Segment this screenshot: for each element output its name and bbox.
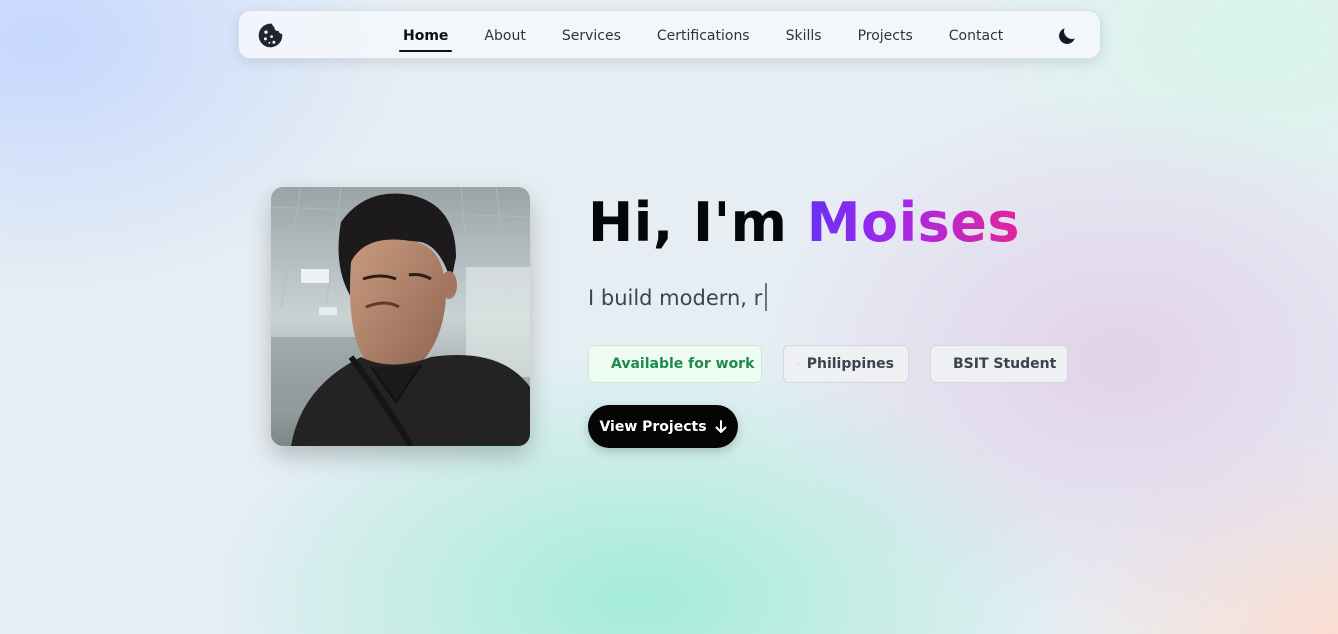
- arrow-down-icon: [715, 419, 727, 433]
- view-projects-button[interactable]: View Projects: [588, 405, 738, 448]
- nav-link-certifications[interactable]: Certifications: [653, 22, 754, 50]
- hero-name: Moises: [806, 191, 1020, 254]
- role-label: BSIT Student: [953, 356, 1057, 372]
- map-pin-icon: [798, 363, 799, 365]
- navbar: Home About Services Certifications Skill…: [238, 10, 1101, 59]
- hero-title: Hi, I'm Moises: [588, 190, 1020, 256]
- profile-photo: [271, 187, 530, 446]
- nav-link-home[interactable]: Home: [399, 22, 453, 52]
- moon-icon[interactable]: [1056, 25, 1078, 47]
- nav-link-contact[interactable]: Contact: [945, 22, 1007, 50]
- nav-link-projects[interactable]: Projects: [854, 22, 917, 50]
- available-label: Available for work: [611, 356, 755, 372]
- nav-links: Home About Services Certifications Skill…: [399, 11, 1035, 60]
- hero-subtitle: I build modern, r: [588, 283, 767, 313]
- cookie-icon[interactable]: [257, 22, 284, 49]
- location-badge: Philippines: [783, 345, 909, 383]
- typing-caret: [765, 283, 767, 311]
- hero-greeting: Hi, I'm: [588, 191, 788, 254]
- nav-link-skills[interactable]: Skills: [782, 22, 826, 50]
- location-label: Philippines: [806, 356, 894, 372]
- nav-link-services[interactable]: Services: [558, 22, 625, 50]
- typed-text: I build modern, r: [588, 286, 763, 310]
- available-badge: Available for work: [588, 345, 762, 383]
- role-badge: BSIT Student: [930, 345, 1068, 383]
- nav-link-about[interactable]: About: [480, 22, 529, 50]
- view-projects-label: View Projects: [599, 418, 707, 435]
